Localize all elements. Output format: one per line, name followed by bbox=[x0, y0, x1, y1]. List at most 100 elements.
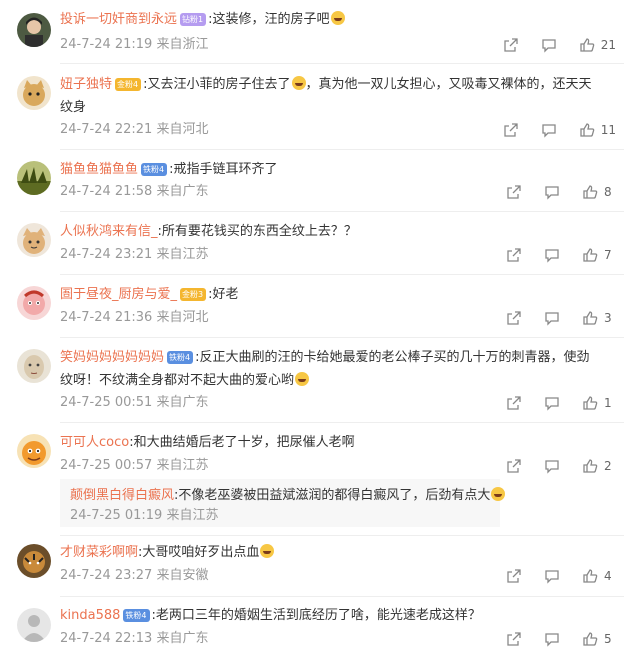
username[interactable]: 猫鱼鱼猫鱼鱼 bbox=[60, 162, 138, 177]
fan-badge[interactable]: 铁粉4 bbox=[167, 351, 194, 364]
reply-box: 颠倒黑白得白癜风:不像老巫婆被田益斌滋润的都得白癜风了，后劲有点大 24-7-2… bbox=[60, 479, 506, 527]
like-icon[interactable] bbox=[582, 568, 598, 584]
like-icon[interactable] bbox=[582, 310, 598, 326]
comment-text: :和大曲结婚后老了十岁，把尿催人老啊 bbox=[129, 435, 355, 450]
fan-badge[interactable]: 金粉3 bbox=[180, 288, 207, 301]
share-icon[interactable] bbox=[506, 395, 522, 411]
divider bbox=[60, 274, 624, 275]
comment-time: 24-7-24 23:27 bbox=[60, 568, 153, 583]
divider bbox=[60, 149, 624, 150]
comment-text: :所有要花钱买的东西全纹上去？？ bbox=[157, 224, 357, 239]
comment-location: 来自安徽 bbox=[156, 568, 209, 583]
comment-time: 24-7-25 00:51 bbox=[60, 395, 153, 410]
like-icon[interactable] bbox=[582, 395, 598, 411]
comment-text: :好老 bbox=[208, 287, 239, 302]
avatar[interactable] bbox=[17, 608, 51, 642]
comment-icon[interactable] bbox=[541, 37, 557, 53]
like-icon[interactable] bbox=[582, 458, 598, 474]
avatar[interactable] bbox=[17, 349, 51, 383]
divider bbox=[60, 211, 624, 212]
comment-icon[interactable] bbox=[544, 568, 560, 584]
share-icon[interactable] bbox=[506, 184, 522, 200]
laugh-emoji-icon bbox=[295, 372, 310, 386]
like-count: 8 bbox=[604, 185, 612, 199]
divider bbox=[60, 63, 624, 64]
comment-icon[interactable] bbox=[544, 395, 560, 411]
like-count: 11 bbox=[600, 123, 616, 137]
fan-badge[interactable]: 铁粉4 bbox=[141, 163, 168, 176]
comment-time: 24-7-24 22:21 bbox=[60, 122, 153, 137]
comment-time: 24-7-24 21:58 bbox=[60, 184, 153, 199]
comment-location: 来自广东 bbox=[156, 395, 209, 410]
comment-text: :又去汪小菲的房子住去了 bbox=[143, 77, 291, 92]
like-icon[interactable] bbox=[582, 184, 598, 200]
like-count: 3 bbox=[604, 311, 612, 325]
comment-time: 24-7-24 21:36 bbox=[60, 310, 153, 325]
comment-location: 来自江苏 bbox=[156, 247, 209, 262]
comment-time: 24-7-24 21:19 bbox=[60, 37, 153, 52]
laugh-cry-emoji-icon bbox=[291, 76, 306, 90]
like-icon[interactable] bbox=[579, 37, 595, 53]
avatar[interactable] bbox=[17, 161, 51, 195]
username[interactable]: 可可人coco bbox=[60, 435, 129, 450]
comment-icon[interactable] bbox=[544, 247, 560, 263]
share-icon[interactable] bbox=[503, 37, 519, 53]
avatar[interactable] bbox=[17, 544, 51, 578]
laugh-cry-emoji-icon bbox=[491, 487, 506, 501]
comment-icon[interactable] bbox=[541, 122, 557, 138]
avatar[interactable] bbox=[17, 76, 51, 110]
reply-text: :不像老巫婆被田益斌滋润的都得白癜风了，后劲有点大 bbox=[174, 488, 491, 503]
like-count: 2 bbox=[604, 459, 612, 473]
divider bbox=[60, 337, 624, 338]
like-icon[interactable] bbox=[582, 247, 598, 263]
like-count: 5 bbox=[604, 632, 612, 646]
avatar[interactable] bbox=[17, 434, 51, 468]
laugh-cry-emoji-icon bbox=[330, 11, 345, 25]
comment-time: 24-7-24 22:13 bbox=[60, 631, 153, 646]
comment-text: :这装修，汪的房子吧 bbox=[208, 12, 330, 27]
comment-icon[interactable] bbox=[544, 184, 560, 200]
comment-icon[interactable] bbox=[544, 310, 560, 326]
username[interactable]: 妞子独特 bbox=[60, 77, 112, 92]
fan-badge[interactable]: 铁粉4 bbox=[123, 609, 150, 622]
username[interactable]: 投诉一切奸商到永远 bbox=[60, 12, 177, 27]
comment-text: :戒指手链耳环齐了 bbox=[169, 162, 278, 177]
divider bbox=[60, 422, 624, 423]
share-icon[interactable] bbox=[506, 568, 522, 584]
share-icon[interactable] bbox=[506, 247, 522, 263]
username[interactable]: 圄于昼夜_厨房与爱_ bbox=[60, 287, 177, 302]
like-icon[interactable] bbox=[579, 122, 595, 138]
like-icon[interactable] bbox=[582, 631, 598, 647]
username[interactable]: kinda588 bbox=[60, 608, 120, 623]
fan-badge[interactable]: 金粉4 bbox=[115, 78, 142, 91]
avatar[interactable] bbox=[17, 223, 51, 257]
fan-badge[interactable]: 钻粉1 bbox=[180, 13, 207, 26]
avatar[interactable] bbox=[17, 286, 51, 320]
comment-icon[interactable] bbox=[544, 631, 560, 647]
divider bbox=[60, 535, 624, 536]
share-icon[interactable] bbox=[506, 458, 522, 474]
comment-location: 来自广东 bbox=[156, 631, 209, 646]
reply-location: 来自江苏 bbox=[166, 508, 219, 523]
comment-location: 来自浙江 bbox=[156, 37, 209, 52]
comment-location: 来自江苏 bbox=[156, 458, 209, 473]
like-count: 4 bbox=[604, 569, 612, 583]
reply-username[interactable]: 颠倒黑白得白癜风 bbox=[70, 488, 174, 503]
like-count: 7 bbox=[604, 248, 612, 262]
like-count: 1 bbox=[604, 396, 612, 410]
avatar[interactable] bbox=[17, 13, 51, 47]
comment-icon[interactable] bbox=[544, 458, 560, 474]
comment-text: :老两口三年的婚姻生活到底经历了啥，能光速老成这样？ bbox=[151, 608, 481, 623]
comment-location: 来自河北 bbox=[156, 310, 209, 325]
username[interactable]: 才财菜彩啊啊 bbox=[60, 545, 138, 560]
like-count: 21 bbox=[600, 38, 616, 52]
smile-emoji-icon bbox=[260, 544, 275, 558]
username[interactable]: 笑妈妈妈妈妈妈妈 bbox=[60, 350, 164, 365]
comment-text: :反正大曲刷的汪的卡给她最爱的老公棒子买的几十万的刺青器，使劲 bbox=[195, 350, 590, 365]
comment-text-cont: ，真为他一双儿女担心，又吸毒又裸体的，还天天 bbox=[305, 77, 592, 92]
share-icon[interactable] bbox=[506, 310, 522, 326]
username[interactable]: 人似秋鸿来有信_ bbox=[60, 224, 158, 239]
divider bbox=[60, 596, 624, 597]
share-icon[interactable] bbox=[503, 122, 519, 138]
share-icon[interactable] bbox=[506, 631, 522, 647]
